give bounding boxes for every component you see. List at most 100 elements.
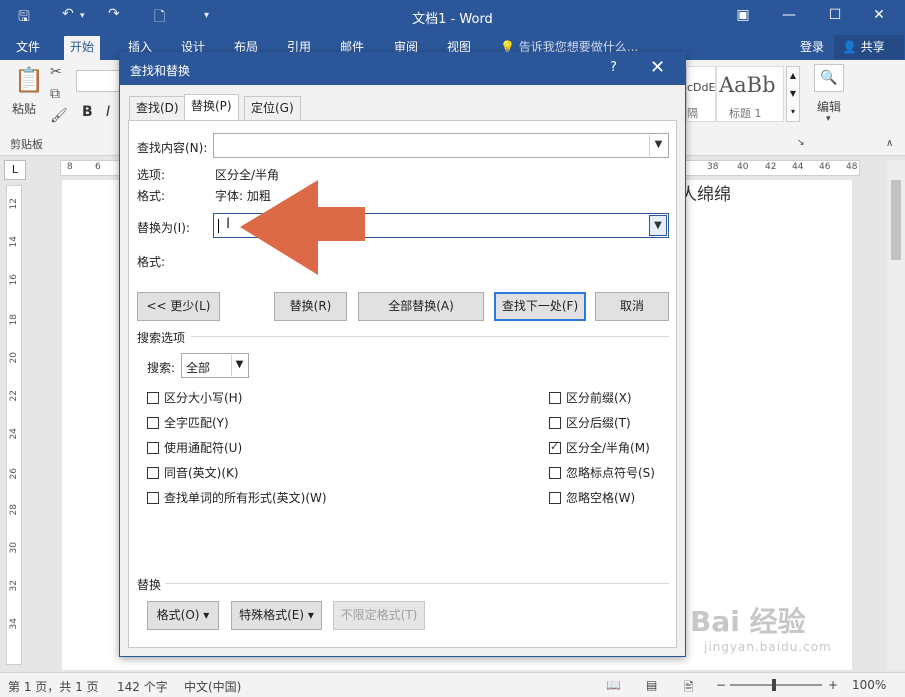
watermark-logo: Bai 经验 xyxy=(690,605,806,638)
title-bar: 🖫 ↶ ▾ ↷ 🗋 ▾ 文档1 - Word ▣ — ☐ ✕ xyxy=(0,0,905,32)
read-mode-icon[interactable]: 📖 xyxy=(606,678,621,692)
format-painter-icon[interactable]: 🖌 xyxy=(50,108,68,124)
replace-button[interactable]: 替换(R) xyxy=(274,292,347,321)
watermark: Bai 经验 jingyan.baidu.com xyxy=(690,600,832,654)
web-layout-icon[interactable]: 🖹 xyxy=(684,678,694,697)
vertical-scrollbar[interactable] xyxy=(887,160,905,670)
word-count[interactable]: 142 个字 xyxy=(117,678,168,695)
checkbox-box-checked[interactable] xyxy=(549,440,561,454)
format-button[interactable]: 格式(O) ▾ xyxy=(147,601,219,630)
maximize-icon[interactable]: ☐ xyxy=(822,4,848,26)
find-what-label: 查找内容(N): xyxy=(137,141,208,155)
checkbox-box[interactable] xyxy=(549,467,561,479)
all-word-forms-checkbox[interactable]: 查找单词的所有形式(英文)(W) xyxy=(147,489,327,506)
left-arrow-shape xyxy=(240,180,365,275)
tab-home[interactable]: 开始 xyxy=(64,36,101,60)
paste-label[interactable]: 粘贴 xyxy=(12,100,36,117)
edit-dropdown-icon[interactable]: ▾ xyxy=(826,114,831,124)
checkbox-box[interactable] xyxy=(549,492,561,504)
match-suffix-checkbox[interactable]: 区分后缀(T) xyxy=(549,414,631,431)
find-icon[interactable]: 🔍 xyxy=(814,64,844,92)
zoom-level[interactable]: 100% xyxy=(852,678,886,692)
style-gallery-scroll[interactable]: ▲ ▼ ▾ xyxy=(786,66,800,122)
scrollbar-thumb[interactable] xyxy=(891,180,901,260)
find-format-label: 格式: xyxy=(137,189,166,203)
ribbon-display-options-icon[interactable]: ▣ xyxy=(730,4,756,26)
tab-find[interactable]: 查找(D) xyxy=(129,96,186,120)
edit-group-label[interactable]: 编辑 xyxy=(817,98,841,115)
ignore-punctuation-checkbox[interactable]: 忽略标点符号(S) xyxy=(549,464,655,481)
document-title: 文档1 - Word xyxy=(412,12,493,27)
match-width-checkbox[interactable]: 区分全/半角(M) xyxy=(549,439,650,456)
chevron-down-icon[interactable]: ▼ xyxy=(649,135,667,156)
search-options-title: 搜索选项 xyxy=(137,331,186,345)
zoom-out-icon[interactable]: − xyxy=(716,678,726,692)
search-direction-select[interactable]: 全部 ▼ xyxy=(181,353,249,378)
no-formatting-button: 不限定格式(T) xyxy=(333,601,425,630)
language-indicator[interactable]: 中文(中国) xyxy=(184,678,241,695)
divider xyxy=(165,583,669,584)
dialog-title: 查找和替换 xyxy=(130,64,191,78)
tab-selector[interactable]: L xyxy=(4,160,26,180)
clipboard-group-label: 剪贴板 xyxy=(10,138,43,151)
find-what-input[interactable]: ▼ xyxy=(213,133,669,158)
annotation-arrow xyxy=(240,180,365,275)
paste-icon[interactable]: 📋 xyxy=(14,66,44,94)
wildcards-checkbox[interactable]: 使用通配符(U) xyxy=(147,439,242,456)
cut-icon[interactable]: ✂ xyxy=(50,64,62,80)
italic-button[interactable]: I xyxy=(106,104,110,120)
less-button[interactable]: << 更少(L) xyxy=(137,292,220,321)
person-icon: 👤 xyxy=(842,40,857,54)
replace-with-label: 替换为(I): xyxy=(137,221,190,235)
share-button[interactable]: 👤 共享 xyxy=(834,35,904,59)
cancel-button[interactable]: 取消 xyxy=(595,292,669,321)
print-layout-icon[interactable]: ▤ xyxy=(646,678,657,692)
zoom-in-icon[interactable]: + xyxy=(828,678,838,692)
ibeam-cursor-icon: I xyxy=(226,216,231,232)
checkbox-box[interactable] xyxy=(147,442,159,454)
close-window-icon[interactable]: ✕ xyxy=(866,4,892,26)
find-next-button[interactable]: 查找下一处(F) xyxy=(494,292,586,321)
dialog-title-bar[interactable]: 查找和替换 ? ✕ xyxy=(120,53,685,85)
checkbox-box[interactable] xyxy=(147,417,159,429)
zoom-slider-thumb[interactable] xyxy=(772,679,776,691)
login-link[interactable]: 登录 xyxy=(800,38,824,55)
checkbox-box[interactable] xyxy=(147,392,159,404)
zoom-slider[interactable] xyxy=(730,684,822,686)
checkbox-box[interactable] xyxy=(147,467,159,479)
dialog-close-icon[interactable]: ✕ xyxy=(650,57,665,78)
checkbox-box[interactable] xyxy=(549,392,561,404)
special-button[interactable]: 特殊格式(E) ▾ xyxy=(231,601,322,630)
minimize-icon[interactable]: — xyxy=(776,4,802,26)
match-prefix-checkbox[interactable]: 区分前缀(X) xyxy=(549,389,632,406)
bold-button[interactable]: B xyxy=(82,104,93,120)
font-name-box[interactable] xyxy=(76,70,124,92)
style-gap-label: 隔 xyxy=(687,107,698,120)
ignore-whitespace-checkbox[interactable]: 忽略空格(W) xyxy=(549,489,635,506)
replace-panel: 查找内容(N): ▼ 选项: 区分全/半角 格式: 字体: 加粗 替换为(I):… xyxy=(128,120,677,648)
match-case-checkbox[interactable]: 区分大小写(H) xyxy=(147,389,242,406)
document-text[interactable]: 人绵绵 xyxy=(680,180,731,205)
replace-section-title: 替换 xyxy=(137,578,162,592)
chevron-down-icon[interactable]: ▼ xyxy=(649,215,667,236)
replace-all-button[interactable]: 全部替换(A) xyxy=(358,292,484,321)
checkbox-box[interactable] xyxy=(549,417,561,429)
help-icon[interactable]: ? xyxy=(610,60,617,75)
page-count[interactable]: 第 1 页，共 1 页 xyxy=(8,678,99,695)
status-bar: 第 1 页，共 1 页 142 个字 中文(中国) 📖 ▤ 🖹 − + 100% xyxy=(0,672,905,697)
text-cursor xyxy=(218,219,219,233)
style-heading1[interactable]: AaBb 标题 1 xyxy=(716,66,784,122)
whole-word-checkbox[interactable]: 全字匹配(Y) xyxy=(147,414,229,431)
style-gallery-item[interactable]: cDdE 隔 xyxy=(686,66,716,122)
vertical-ruler[interactable]: 12 14 16 18 20 22 24 26 28 30 32 34 xyxy=(6,185,22,665)
copy-icon[interactable]: ⧉ xyxy=(50,86,60,102)
tab-goto[interactable]: 定位(G) xyxy=(244,96,301,120)
chevron-down-icon[interactable]: ▼ xyxy=(231,355,247,376)
tab-replace[interactable]: 替换(P) xyxy=(184,94,239,121)
watermark-url: jingyan.baidu.com xyxy=(704,640,832,654)
tab-file[interactable]: 文件 xyxy=(10,36,46,60)
styles-dialog-launcher-icon[interactable]: ↘ xyxy=(797,138,805,148)
sounds-like-checkbox[interactable]: 同音(英文)(K) xyxy=(147,464,239,481)
checkbox-box[interactable] xyxy=(147,492,159,504)
collapse-ribbon-icon[interactable]: ∧ xyxy=(886,138,893,149)
